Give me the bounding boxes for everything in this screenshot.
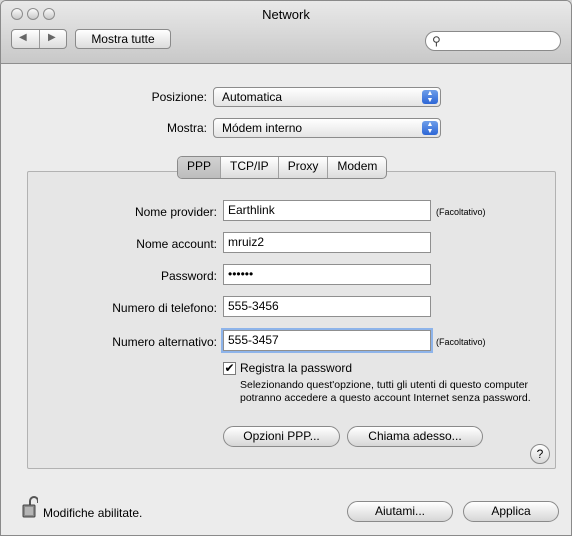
popup-arrows-icon: ▲ ▼ <box>422 90 438 104</box>
account-label: Nome account: <box>136 237 217 251</box>
account-field[interactable]: mruiz2 <box>223 232 431 253</box>
search-icon: ⚲ <box>432 34 441 48</box>
alt-phone-label: Numero alternativo: <box>112 335 217 349</box>
password-label: Password: <box>160 269 217 283</box>
dial-now-button[interactable]: Chiama adesso... <box>347 426 483 447</box>
save-password-description: Selezionando quest'opzione, tutti gli ut… <box>240 379 531 404</box>
phone-field[interactable]: 555-3456 <box>223 296 431 317</box>
tab-ppp[interactable]: PPP <box>178 157 222 178</box>
search-field[interactable]: ⚲ <box>425 31 561 51</box>
popup-arrows-icon: ▲ ▼ <box>422 121 438 135</box>
password-field[interactable]: •••••• <box>223 264 431 285</box>
nav-separator <box>39 30 40 48</box>
lock-status-text: Modifiche abilitate. <box>43 506 143 520</box>
show-value: Módem interno <box>222 121 303 135</box>
save-password-label: Registra la password <box>240 361 353 375</box>
phone-label: Numero di telefono: <box>112 301 217 315</box>
location-value: Automatica <box>222 90 283 104</box>
location-label: Posizione: <box>151 90 207 104</box>
help-button[interactable]: ? <box>530 444 550 464</box>
provider-label: Nome provider: <box>134 205 217 219</box>
save-password-checkbox[interactable]: ✔ <box>223 362 236 375</box>
network-window: Network ◀ ▶ Mostra tutte ⚲ Posizione: Au… <box>0 0 572 536</box>
alt-phone-hint: (Facoltativo) <box>436 337 486 347</box>
tab-proxy[interactable]: Proxy <box>279 157 329 178</box>
provider-hint: (Facoltativo) <box>436 207 486 217</box>
ppp-options-button[interactable]: Opzioni PPP... <box>223 426 340 447</box>
show-label: Mostra: <box>166 121 207 135</box>
checkmark-icon: ✔ <box>224 361 235 375</box>
assist-me-button[interactable]: Aiutami... <box>347 501 453 522</box>
title-bar: Network ◀ ▶ Mostra tutte ⚲ <box>1 1 571 64</box>
show-popup[interactable]: Módem interno ▲ ▼ <box>213 118 441 138</box>
tab-bar: PPP TCP/IP Proxy Modem <box>177 156 388 179</box>
location-popup[interactable]: Automatica ▲ ▼ <box>213 87 441 107</box>
unlocked-padlock-icon[interactable] <box>22 496 38 518</box>
tab-modem[interactable]: Modem <box>328 157 386 178</box>
apply-button[interactable]: Applica <box>463 501 559 522</box>
back-forward-control: ◀ ▶ <box>11 29 67 49</box>
tab-tcpip[interactable]: TCP/IP <box>221 157 279 178</box>
window-title: Network <box>262 7 310 22</box>
alt-phone-field[interactable]: 555-3457 <box>223 330 431 351</box>
show-all-button[interactable]: Mostra tutte <box>75 29 171 49</box>
forward-arrow-icon[interactable]: ▶ <box>48 32 56 43</box>
back-arrow-icon[interactable]: ◀ <box>19 32 27 43</box>
provider-field[interactable]: Earthlink <box>223 200 431 221</box>
